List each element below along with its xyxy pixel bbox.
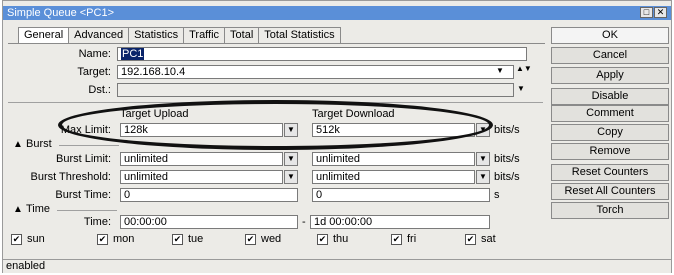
time-collapse-icon[interactable]: ▲ (13, 204, 23, 215)
check-icon: ✔ (245, 233, 256, 245)
target-label: Target: (77, 66, 111, 78)
burst-time-unit: s (494, 189, 500, 201)
apply-button[interactable]: Apply (551, 67, 669, 84)
dst-field[interactable] (117, 83, 514, 97)
title-bar: Simple Queue <PC1> □ ✕ (3, 6, 671, 20)
day-sun-checkbox[interactable]: ✔ sun (11, 233, 45, 245)
ok-button[interactable]: OK (551, 27, 669, 44)
burst-threshold-unit: bits/s (494, 171, 520, 183)
burst-time-label: Burst Time: (55, 189, 111, 201)
burst-limit-label: Burst Limit: (55, 153, 111, 165)
check-icon: ✔ (172, 233, 183, 245)
burst-limit-download-dropdown-icon[interactable]: ▼ (476, 152, 490, 166)
burst-limit-upload-dropdown-icon[interactable]: ▼ (284, 152, 298, 166)
disable-button[interactable]: Disable (551, 88, 669, 105)
time-dash: - (302, 216, 306, 228)
tab-traffic[interactable]: Traffic (184, 27, 226, 44)
day-thu-checkbox[interactable]: ✔ thu (317, 233, 348, 245)
check-icon: ✔ (11, 233, 22, 245)
day-wed-label: wed (261, 233, 282, 245)
cancel-button[interactable]: Cancel (551, 47, 669, 64)
tab-general[interactable]: General (18, 27, 70, 44)
check-icon: ✔ (317, 233, 328, 245)
burst-limit-download-field[interactable]: unlimited (312, 152, 475, 166)
day-sun-label: sun (27, 233, 45, 245)
burst-collapse-icon[interactable]: ▲ (13, 139, 23, 150)
burst-time-download-field[interactable]: 0 (312, 188, 490, 202)
window-title: Simple Queue <PC1> (7, 7, 115, 19)
check-icon: ✔ (391, 233, 402, 245)
name-value: PC1 (121, 48, 145, 60)
reset-counters-button[interactable]: Reset Counters (551, 164, 669, 181)
day-sat-checkbox[interactable]: ✔ sat (465, 233, 496, 245)
time-separator (57, 210, 117, 211)
target-dropdown-icon[interactable]: ▼ (493, 65, 507, 79)
reset-all-counters-button[interactable]: Reset All Counters (551, 183, 669, 200)
day-fri-label: fri (407, 233, 417, 245)
target-field[interactable]: 192.168.10.4 (117, 65, 514, 79)
name-label: Name: (78, 48, 111, 60)
day-thu-label: thu (333, 233, 349, 245)
day-fri-checkbox[interactable]: ✔ fri (391, 233, 416, 245)
tab-bar: General Advanced Statistics Traffic Tota… (18, 27, 341, 44)
max-limit-unit: bits/s (494, 124, 520, 136)
time-group-title: Time (26, 203, 51, 215)
tab-total[interactable]: Total (225, 27, 260, 44)
day-wed-checkbox[interactable]: ✔ wed (245, 233, 281, 245)
day-tue-checkbox[interactable]: ✔ tue (172, 233, 203, 245)
burst-threshold-download-dropdown-icon[interactable]: ▼ (476, 170, 490, 184)
status-bar: enabled (3, 259, 671, 273)
burst-threshold-label: Burst Threshold: (30, 171, 111, 183)
tab-total-statistics[interactable]: Total Statistics (259, 27, 341, 44)
check-icon: ✔ (97, 233, 108, 245)
burst-time-upload-field[interactable]: 0 (120, 188, 298, 202)
burst-group-title: Burst (26, 138, 52, 150)
dst-label: Dst.: (88, 84, 111, 96)
burst-threshold-download-field[interactable]: unlimited (312, 170, 475, 184)
day-tue-label: tue (188, 233, 204, 245)
burst-threshold-upload-field[interactable]: unlimited (120, 170, 283, 184)
burst-separator (59, 145, 119, 146)
dst-dropdown-icon[interactable]: ▼ (514, 83, 528, 97)
burst-threshold-upload-dropdown-icon[interactable]: ▼ (284, 170, 298, 184)
time-end-field[interactable]: 1d 00:00:00 (310, 215, 490, 229)
time-start-field[interactable]: 00:00:00 (120, 215, 298, 229)
highlight-oval (58, 100, 493, 150)
burst-limit-unit: bits/s (494, 153, 520, 165)
target-updown-icon[interactable]: ▲▼ (516, 65, 532, 73)
restore-icon[interactable]: □ (640, 7, 653, 18)
close-icon[interactable]: ✕ (654, 7, 667, 18)
tab-statistics[interactable]: Statistics (129, 27, 185, 44)
time-label: Time: (83, 216, 111, 228)
comment-button[interactable]: Comment (551, 105, 669, 122)
day-sat-label: sat (481, 233, 496, 245)
day-mon-checkbox[interactable]: ✔ mon (97, 233, 134, 245)
burst-limit-upload-field[interactable]: unlimited (120, 152, 283, 166)
torch-button[interactable]: Torch (551, 202, 669, 219)
name-field[interactable]: PC1 (117, 47, 527, 61)
copy-button[interactable]: Copy (551, 124, 669, 141)
tab-advanced[interactable]: Advanced (69, 27, 130, 44)
check-icon: ✔ (465, 233, 476, 245)
remove-button[interactable]: Remove (551, 143, 669, 160)
simple-queue-window: Simple Queue <PC1> □ ✕ General Advanced … (2, 0, 672, 273)
day-mon-label: mon (113, 233, 135, 245)
